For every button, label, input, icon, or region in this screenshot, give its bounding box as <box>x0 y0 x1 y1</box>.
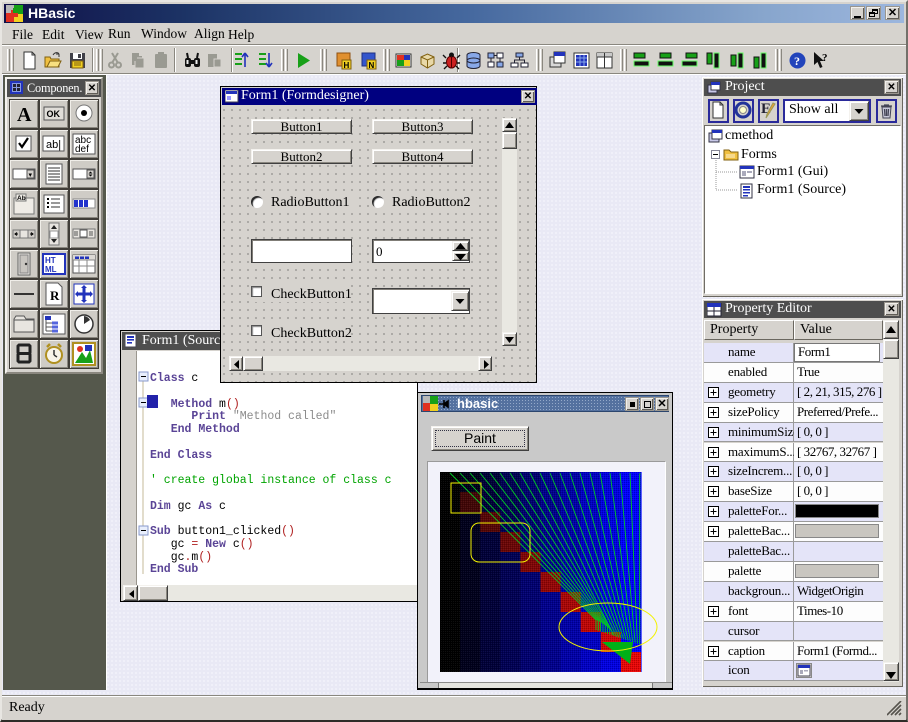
svg-text:?: ? <box>822 52 828 64</box>
svg-text:?: ? <box>794 54 800 68</box>
svg-text:def: def <box>75 144 89 155</box>
svg-text:A: A <box>17 104 32 126</box>
svg-text:ab|: ab| <box>46 139 61 151</box>
svg-text:HT: HT <box>45 256 56 265</box>
svg-text:N: N <box>369 61 375 70</box>
svg-text:▾: ▾ <box>29 171 33 179</box>
svg-text:ML: ML <box>45 265 57 274</box>
svg-text:OK: OK <box>47 109 61 119</box>
svg-text:H: H <box>344 61 350 70</box>
svg-text:R: R <box>50 288 60 303</box>
svg-text:Ab: Ab <box>17 195 26 202</box>
